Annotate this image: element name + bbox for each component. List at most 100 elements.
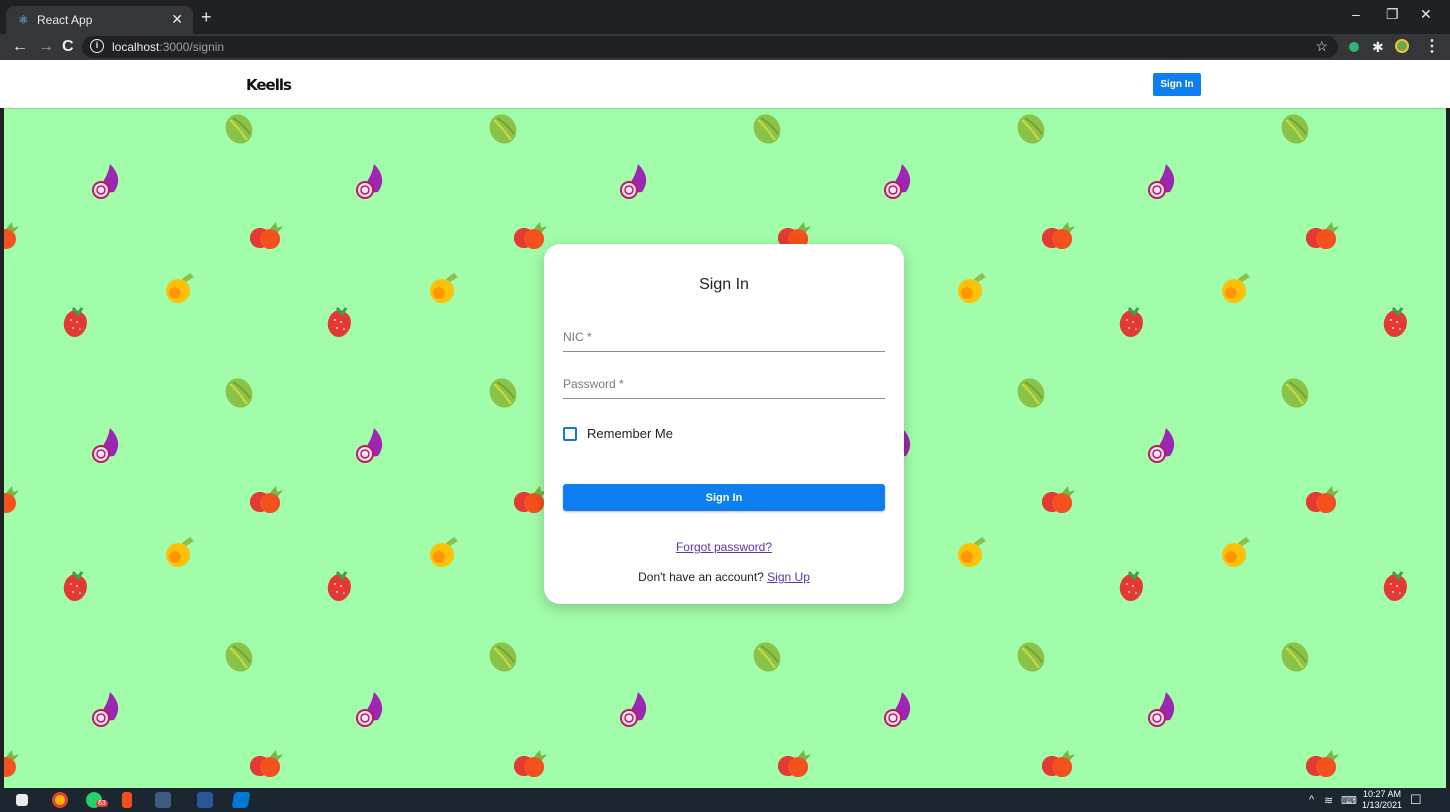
keyboard-icon[interactable]: ⌨	[1341, 794, 1357, 807]
site-info-icon[interactable]: i	[90, 39, 104, 53]
tomato-icon	[1302, 742, 1342, 782]
onion-icon	[1144, 424, 1184, 464]
lettuce-icon	[219, 372, 259, 412]
strawberry-icon	[1112, 566, 1152, 606]
chrome-icon[interactable]	[52, 792, 68, 808]
tomato-icon	[4, 478, 22, 518]
wifi-icon[interactable]: ≋	[1324, 794, 1333, 807]
onion-icon	[352, 160, 392, 200]
notification-badge: 63	[96, 800, 108, 807]
browser-toolbar: ← → C i localhost:3000/signin ☆ ✱ ⋮	[0, 34, 1450, 60]
windows-start-icon[interactable]	[16, 794, 28, 806]
onion-icon	[616, 688, 656, 728]
keells-logo[interactable]: Keells	[246, 76, 292, 94]
tomato-icon	[246, 214, 286, 254]
signup-prompt: Don't have an account? Sign Up	[544, 570, 904, 584]
checkbox-icon[interactable]	[563, 427, 577, 441]
strawberry-icon	[1112, 302, 1152, 342]
onion-icon	[1144, 160, 1184, 200]
lettuce-icon	[1275, 108, 1315, 148]
browser-tab-bar: ⚛ React App ✕ + – ❐ ✕	[0, 0, 1450, 34]
tomato-icon	[1038, 478, 1078, 518]
nav-signin-button[interactable]: Sign In	[1153, 73, 1201, 96]
tomato-icon	[510, 742, 550, 782]
close-tab-icon[interactable]: ✕	[171, 11, 183, 28]
profile-avatar-icon[interactable]	[1395, 39, 1409, 53]
signin-submit-button[interactable]: Sign In	[563, 484, 885, 511]
menu-kebab-icon[interactable]: ⋮	[1424, 37, 1440, 57]
onion-icon	[616, 160, 656, 200]
onion-icon	[880, 160, 920, 200]
web-page: Keells Sign In Sign In NIC * Password * …	[0, 60, 1450, 788]
onion-icon	[1144, 688, 1184, 728]
tomato-icon	[246, 478, 286, 518]
strawberry-icon	[56, 566, 96, 606]
onion-icon	[352, 424, 392, 464]
orange-icon	[1216, 532, 1256, 572]
forward-icon[interactable]: →	[38, 37, 54, 57]
sql-tool-icon[interactable]	[155, 792, 171, 808]
word-icon[interactable]	[197, 792, 213, 808]
extensions-puzzle-icon[interactable]: ✱	[1372, 37, 1384, 57]
tomato-icon	[1038, 742, 1078, 782]
onion-icon	[880, 688, 920, 728]
restore-icon[interactable]: ❐	[1386, 6, 1399, 23]
address-bar[interactable]: i localhost:3000/signin ☆	[82, 36, 1338, 58]
forgot-password-link[interactable]: Forgot password?	[544, 540, 904, 554]
orange-icon	[1216, 268, 1256, 308]
lettuce-icon	[1011, 372, 1051, 412]
nic-field[interactable]: NIC *	[563, 324, 885, 352]
onion-icon	[88, 424, 128, 464]
strawberry-icon	[1376, 302, 1416, 342]
react-favicon-icon: ⚛	[18, 13, 29, 27]
reload-icon[interactable]: C	[62, 37, 74, 57]
tomato-icon	[1038, 214, 1078, 254]
back-icon[interactable]: ←	[12, 37, 28, 57]
new-tab-icon[interactable]: +	[201, 8, 212, 26]
orange-icon	[424, 268, 464, 308]
password-field[interactable]: Password *	[563, 371, 885, 399]
bookmark-star-icon[interactable]: ☆	[1315, 38, 1328, 55]
system-clock[interactable]: 10:27 AM 1/13/2021	[1362, 789, 1402, 811]
notifications-icon[interactable]: ☐	[1410, 792, 1422, 808]
strawberry-icon	[320, 302, 360, 342]
lettuce-icon	[1275, 636, 1315, 676]
tomato-icon	[1302, 214, 1342, 254]
lettuce-icon	[747, 636, 787, 676]
password-input[interactable]	[563, 371, 885, 398]
lettuce-icon	[747, 108, 787, 148]
figma-icon[interactable]	[122, 792, 132, 808]
clock-time: 10:27 AM	[1363, 789, 1402, 799]
signup-link[interactable]: Sign Up	[767, 570, 810, 584]
close-window-icon[interactable]: ✕	[1420, 6, 1432, 23]
minimize-icon[interactable]: –	[1352, 6, 1360, 22]
lettuce-icon	[483, 108, 523, 148]
tray-chevron-icon[interactable]: ^	[1309, 794, 1314, 806]
url-text: localhost:3000/signin	[112, 40, 225, 54]
windows-taskbar: 63 ^ ≋ ⌨ 10:27 AM 1/13/2021 ☐	[0, 788, 1450, 812]
vscode-icon[interactable]	[231, 792, 251, 808]
tomato-icon	[4, 214, 22, 254]
nic-input[interactable]	[563, 324, 885, 351]
lettuce-icon	[1011, 108, 1051, 148]
signin-title: Sign In	[699, 276, 749, 293]
orange-icon	[424, 532, 464, 572]
remember-me-label[interactable]: Remember Me	[587, 426, 673, 441]
tomato-icon	[4, 742, 22, 782]
app-navbar: Keells Sign In	[0, 60, 1450, 108]
lettuce-icon	[219, 108, 259, 148]
onion-icon	[88, 160, 128, 200]
orange-icon	[160, 532, 200, 572]
strawberry-icon	[1376, 566, 1416, 606]
browser-tab[interactable]: ⚛ React App ✕	[6, 6, 193, 34]
clock-date: 1/13/2021	[1362, 800, 1403, 810]
shield-extension-icon[interactable]	[1349, 42, 1359, 52]
orange-icon	[952, 268, 992, 308]
tomato-icon	[1302, 478, 1342, 518]
lettuce-icon	[483, 636, 523, 676]
signup-prompt-text: Don't have an account?	[638, 570, 764, 584]
tomato-icon	[774, 742, 814, 782]
onion-icon	[352, 688, 392, 728]
signin-card: Sign In NIC * Password * Remember Me Sig…	[544, 244, 904, 604]
tomato-icon	[246, 742, 286, 782]
